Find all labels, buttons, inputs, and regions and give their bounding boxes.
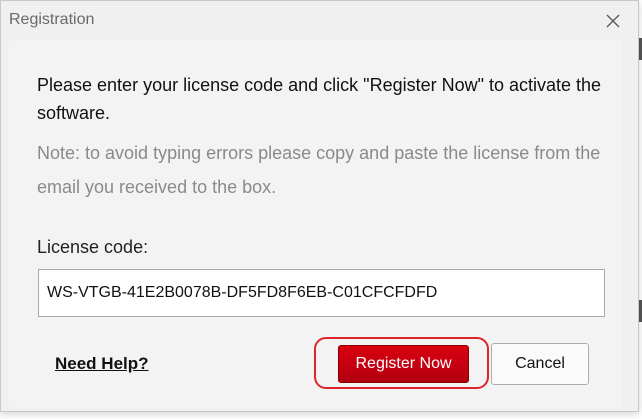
note-text: Note: to avoid typing errors please copy… — [37, 143, 601, 197]
license-code-label: License code: — [37, 237, 149, 257]
cancel-button[interactable]: Cancel — [491, 343, 589, 385]
window-title: Registration — [9, 11, 95, 28]
dialog-content: Please enter your license code and click… — [9, 41, 622, 407]
license-code-input[interactable] — [38, 269, 605, 317]
instruction-text: Please enter your license code and click… — [37, 75, 602, 123]
registration-dialog: Registration Please enter your license c… — [0, 0, 639, 412]
need-help-link[interactable]: Need Help? — [55, 354, 149, 374]
close-icon — [606, 14, 620, 28]
register-now-button[interactable]: Register Now — [338, 345, 469, 383]
title-bar: Registration — [1, 1, 638, 41]
close-button[interactable] — [598, 7, 628, 35]
